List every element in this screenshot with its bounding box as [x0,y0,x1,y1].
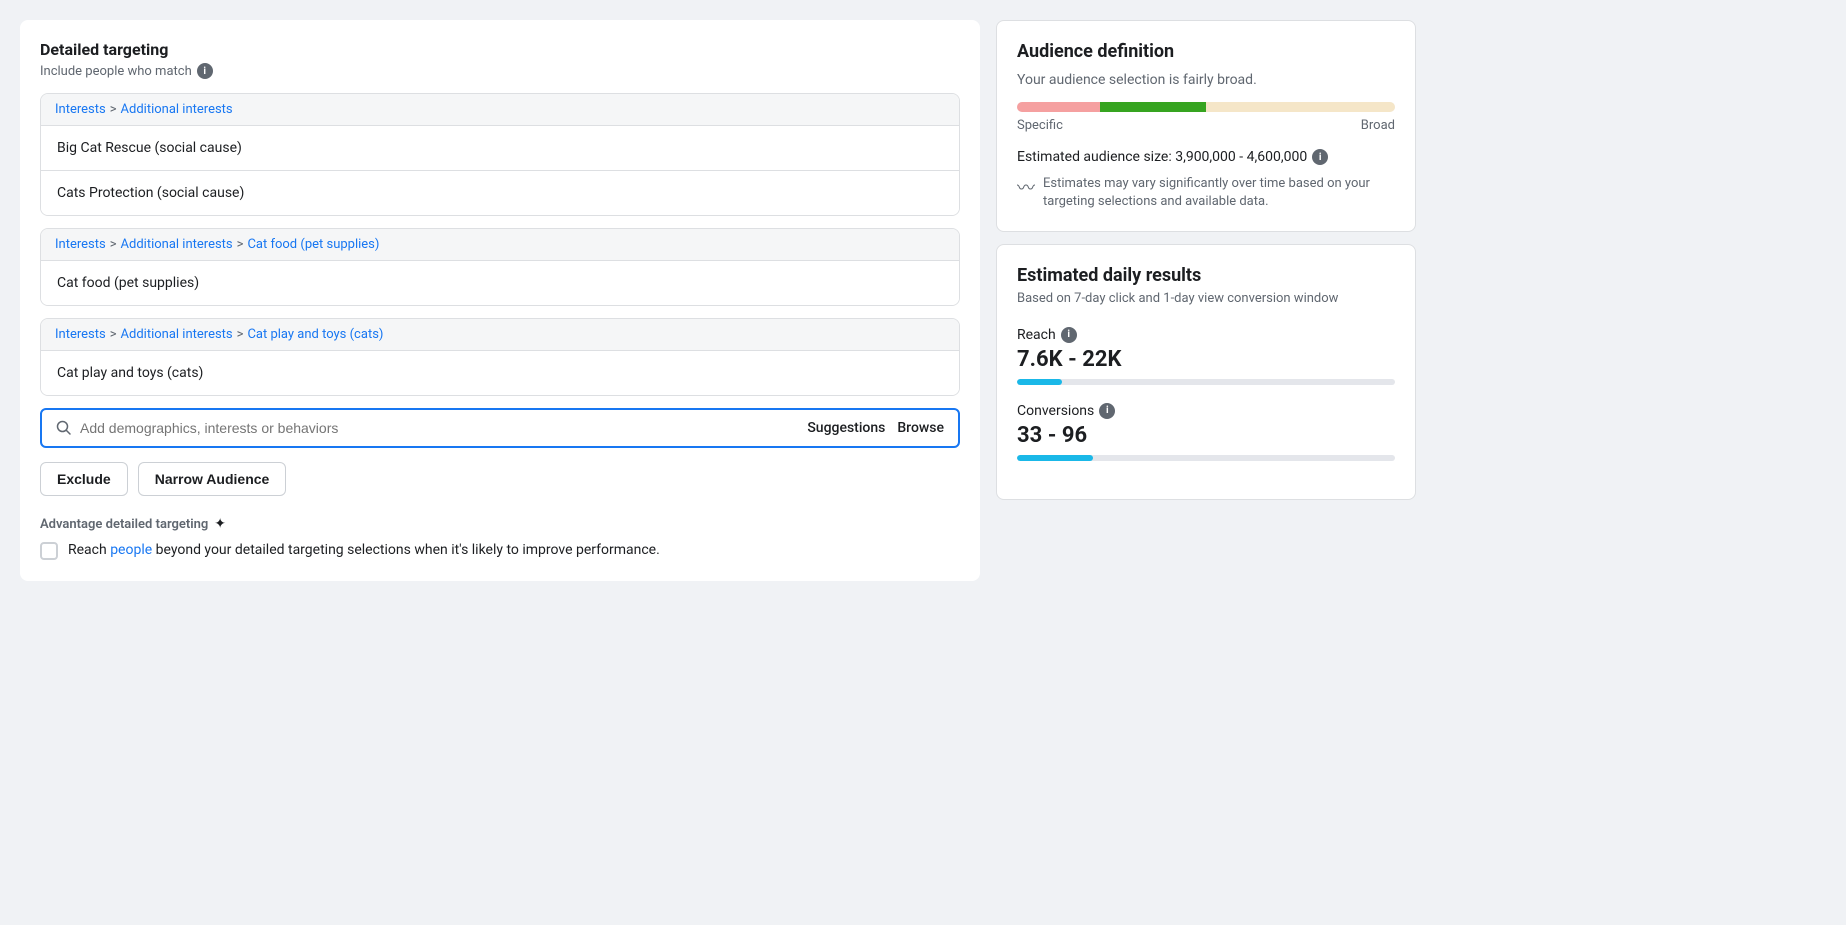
advantage-title-row: Advantage detailed targeting ✦ [40,516,960,532]
advantage-people-link[interactable]: people [110,542,152,558]
conversions-label: Conversions i [1017,403,1395,419]
audience-card-title: Audience definition [1017,41,1395,62]
wave-icon: 〰 [1017,176,1035,201]
list-item: Big Cat Rescue (social cause) [41,125,959,170]
audience-size-text: Estimated audience size: 3,900,000 - 4,6… [1017,149,1307,165]
audience-meter [1017,102,1395,112]
targeting-group-3: Interests > Additional interests > Cat p… [40,318,960,396]
left-panel: Detailed targeting Include people who ma… [20,20,980,581]
estimated-results-card: Estimated daily results Based on 7-day c… [996,244,1416,500]
conversions-info-icon[interactable]: i [1099,403,1115,419]
reach-bar-fill [1017,379,1062,385]
breadcrumb-sep: > [110,102,117,117]
action-button-row: Exclude Narrow Audience [40,462,960,496]
audience-size-row: Estimated audience size: 3,900,000 - 4,6… [1017,149,1395,165]
breadcrumb-cat-play[interactable]: Cat play and toys (cats) [247,327,383,342]
section-title: Detailed targeting [40,40,960,59]
search-box: Suggestions Browse [40,408,960,448]
list-item: Cats Protection (social cause) [41,170,959,215]
advantage-title: Advantage detailed targeting [40,517,208,532]
targeting-group-2: Interests > Additional interests > Cat f… [40,228,960,306]
targeting-group-1: Interests > Additional interests Big Cat… [40,93,960,216]
conversions-value: 33 - 96 [1017,423,1395,449]
suggestions-button[interactable]: Suggestions [807,420,885,436]
narrow-audience-button[interactable]: Narrow Audience [138,462,287,496]
meter-label-specific: Specific [1017,118,1063,133]
right-panel: Audience definition Your audience select… [996,20,1416,500]
reach-value: 7.6K - 22K [1017,347,1395,373]
results-title: Estimated daily results [1017,265,1395,286]
advantage-checkbox-row: Reach people beyond your detailed target… [40,540,960,561]
meter-segment-red [1017,102,1100,112]
breadcrumb-additional-interests-2[interactable]: Additional interests [121,237,233,252]
reach-bar-track [1017,379,1395,385]
breadcrumb-row-3: Interests > Additional interests > Cat p… [41,319,959,350]
breadcrumb-sep: > [110,327,117,342]
audience-info-icon[interactable]: i [1312,149,1328,165]
meter-labels: Specific Broad [1017,118,1395,133]
breadcrumb-additional-interests-3[interactable]: Additional interests [121,327,233,342]
breadcrumb-cat-food[interactable]: Cat food (pet supplies) [247,237,379,252]
breadcrumb-sep: > [110,237,117,252]
breadcrumb-interests-3[interactable]: Interests [55,327,106,342]
search-icon [56,420,72,436]
info-icon[interactable]: i [197,63,213,79]
meter-segment-yellow [1206,102,1395,112]
reach-label: Reach i [1017,327,1395,343]
advantage-section: Advantage detailed targeting ✦ Reach peo… [40,516,960,561]
breadcrumb-interests-2[interactable]: Interests [55,237,106,252]
estimates-note: 〰 Estimates may vary significantly over … [1017,175,1395,211]
browse-button[interactable]: Browse [897,420,944,436]
exclude-button[interactable]: Exclude [40,462,128,496]
breadcrumb-row-2: Interests > Additional interests > Cat f… [41,229,959,260]
page-wrapper: Detailed targeting Include people who ma… [0,0,1846,925]
search-actions: Suggestions Browse [807,420,944,436]
search-input[interactable] [80,420,799,436]
breadcrumb-additional-interests-1[interactable]: Additional interests [121,102,233,117]
reach-info-icon[interactable]: i [1061,327,1077,343]
meter-label-broad: Broad [1361,118,1395,133]
breadcrumb-interests-1[interactable]: Interests [55,102,106,117]
section-subtitle: Include people who match i [40,63,960,79]
audience-card-subtitle: Your audience selection is fairly broad. [1017,72,1395,88]
audience-definition-card: Audience definition Your audience select… [996,20,1416,232]
estimates-note-text: Estimates may vary significantly over ti… [1043,175,1395,211]
advantage-text: Reach people beyond your detailed target… [68,540,660,561]
list-item: Cat play and toys (cats) [41,350,959,395]
breadcrumb-sep: > [237,327,244,342]
advantage-checkbox[interactable] [40,542,58,560]
results-subtitle: Based on 7-day click and 1-day view conv… [1017,290,1395,308]
conversions-bar-fill [1017,455,1093,461]
list-item: Cat food (pet supplies) [41,260,959,305]
breadcrumb-row-1: Interests > Additional interests [41,94,959,125]
breadcrumb-sep: > [237,237,244,252]
sparkle-icon: ✦ [214,516,226,532]
meter-segment-green [1100,102,1206,112]
conversions-bar-track [1017,455,1395,461]
